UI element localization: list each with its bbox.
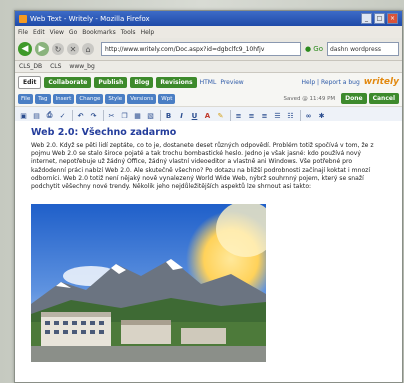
menu-doc-versions[interactable]: Versions: [127, 93, 157, 104]
menu-bookmarks[interactable]: Bookmarks: [82, 29, 116, 36]
tab-edit[interactable]: Edit: [18, 75, 42, 89]
align-right-icon[interactable]: ≡: [259, 110, 270, 121]
tab-blog[interactable]: Blog: [130, 76, 154, 88]
mountain-photo: [31, 204, 266, 362]
align-center-icon[interactable]: ≡: [246, 110, 257, 121]
bold-icon[interactable]: B: [163, 110, 174, 121]
toolbar-separator: [300, 110, 301, 121]
close-button[interactable]: ×: [387, 13, 398, 24]
numbered-list-icon[interactable]: ☰: [272, 110, 283, 121]
done-button[interactable]: Done: [341, 93, 367, 104]
search-value: dashn wordpress: [330, 45, 381, 53]
bookmark-item[interactable]: www_bg: [69, 63, 94, 70]
menu-doc-wpt[interactable]: Wpt: [158, 93, 176, 104]
font-color-icon[interactable]: A: [202, 110, 213, 121]
menu-doc-insert[interactable]: Insert: [52, 93, 75, 104]
italic-icon[interactable]: I: [176, 110, 187, 121]
redo-icon[interactable]: ↷: [88, 110, 99, 121]
toolbar-separator: [72, 110, 73, 121]
settings-icon[interactable]: ✱: [316, 110, 327, 121]
firefox-icon: [19, 14, 27, 23]
undo-icon[interactable]: ↶: [75, 110, 86, 121]
editor-menus: File Tag Insert Change Style Versions Wp…: [15, 91, 402, 107]
address-bar[interactable]: http://www.writely.com/Doc.aspx?id=dgbcl…: [101, 42, 301, 56]
navigation-toolbar: ◀ ▶ ↻ ✕ ⌂ http://www.writely.com/Doc.asp…: [15, 38, 402, 61]
menu-file[interactable]: File: [18, 29, 28, 36]
menu-edit[interactable]: Edit: [33, 29, 45, 36]
menu-doc-tag[interactable]: Tag: [35, 93, 51, 104]
go-label: Go: [313, 45, 323, 53]
cancel-button[interactable]: Cancel: [368, 93, 399, 104]
menu-bar: File Edit View Go Bookmarks Tools Help: [15, 26, 402, 38]
document-paragraph: Web 2.0. Když se pěti lidí zeptáte, co t…: [31, 142, 374, 191]
folder-icon[interactable]: ▤: [31, 110, 42, 121]
menu-go[interactable]: Go: [69, 29, 77, 36]
saved-status: Saved @ 11:49 PM: [283, 95, 336, 102]
print-icon[interactable]: ⎙: [44, 110, 55, 121]
underline-icon[interactable]: U: [189, 110, 200, 121]
align-left-icon[interactable]: ≡: [233, 110, 244, 121]
stop-button[interactable]: ✕: [67, 43, 79, 55]
browser-window: Web Text - Writely - Mozilla Firefox _ □…: [14, 10, 403, 383]
menu-doc-file[interactable]: File: [18, 93, 34, 104]
home-button[interactable]: ⌂: [82, 43, 94, 55]
tab-publish[interactable]: Publish: [94, 76, 128, 88]
menu-doc-change[interactable]: Change: [76, 93, 104, 104]
bookmark-item[interactable]: CLS: [50, 63, 61, 70]
tab-preview[interactable]: Preview: [220, 79, 243, 86]
toolbar-separator: [230, 110, 231, 121]
toolbar-separator: [160, 110, 161, 121]
tab-html[interactable]: HTML: [200, 79, 217, 86]
maximize-button[interactable]: □: [374, 13, 385, 24]
reload-button[interactable]: ↻: [52, 43, 64, 55]
cut-icon[interactable]: ✂: [106, 110, 117, 121]
help-links[interactable]: Help | Report a bug: [301, 79, 359, 86]
editor-tabs: Edit Collaborate Publish Blog Revisions …: [15, 73, 402, 91]
paste-icon[interactable]: ▦: [132, 110, 143, 121]
forward-button[interactable]: ▶: [35, 42, 49, 56]
url-text: http://www.writely.com/Doc.aspx?id=dgbcl…: [105, 45, 265, 53]
back-button[interactable]: ◀: [18, 42, 32, 56]
tab-collaborate[interactable]: Collaborate: [44, 76, 92, 88]
window-title: Web Text - Writely - Mozilla Firefox: [30, 14, 150, 23]
menu-help[interactable]: Help: [141, 29, 155, 36]
bookmarks-toolbar: CLS_DB CLS www_bg: [15, 61, 402, 73]
writely-logo: writely: [363, 77, 399, 87]
document-title: Web 2.0: Všechno zadarmo: [31, 127, 177, 138]
tab-revisions[interactable]: Revisions: [156, 76, 197, 88]
minimize-button[interactable]: _: [361, 13, 372, 24]
bookmark-item[interactable]: CLS_DB: [19, 63, 42, 70]
toolbar-separator: [103, 110, 104, 121]
save-icon[interactable]: ▣: [18, 110, 29, 121]
menu-view[interactable]: View: [50, 29, 64, 36]
spellcheck-icon[interactable]: ✓: [57, 110, 68, 121]
title-bar: Web Text - Writely - Mozilla Firefox _ □…: [15, 11, 402, 26]
bullet-list-icon[interactable]: ☷: [285, 110, 296, 121]
go-button[interactable]: ● Go: [305, 45, 323, 53]
search-box[interactable]: dashn wordpress: [327, 42, 399, 56]
copy-icon[interactable]: ❐: [119, 110, 130, 121]
menu-doc-style[interactable]: Style: [105, 93, 126, 104]
image-icon[interactable]: ▧: [145, 110, 156, 121]
menu-tools[interactable]: Tools: [121, 29, 136, 36]
link-icon[interactable]: ∞: [303, 110, 314, 121]
highlight-icon[interactable]: ✎: [215, 110, 226, 121]
